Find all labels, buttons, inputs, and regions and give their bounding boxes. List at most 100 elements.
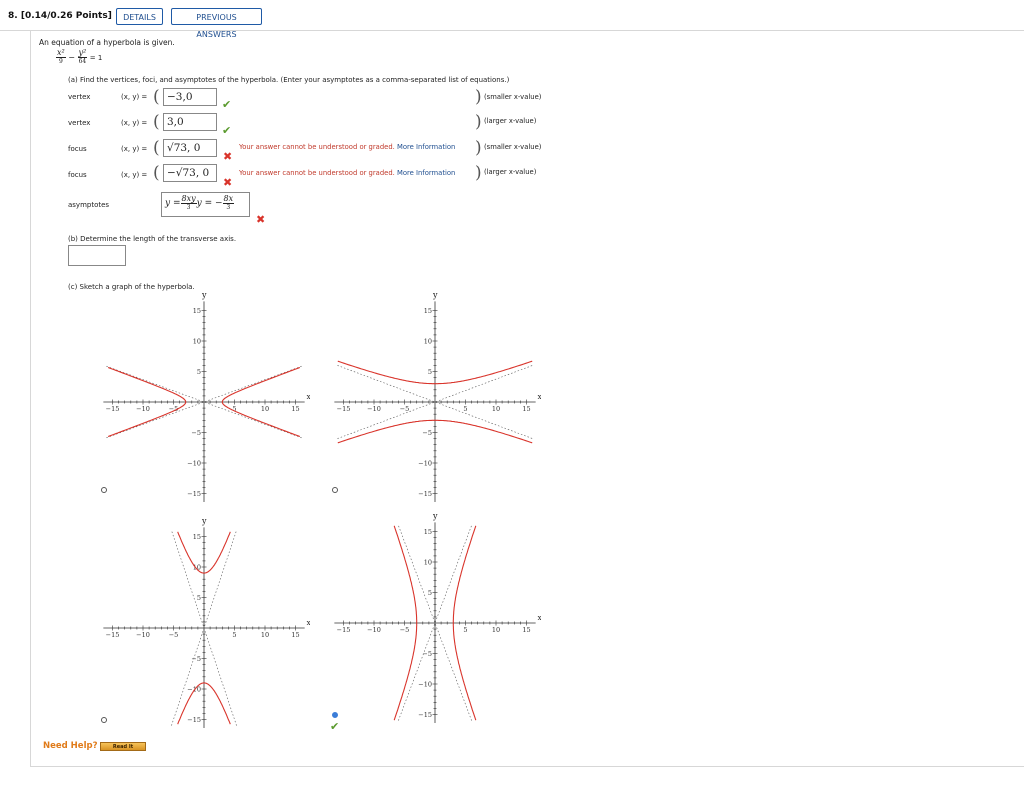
eq-minus: −: [68, 53, 75, 62]
question-header: 8. [0.14/0.26 Points]: [8, 11, 112, 21]
y-tick-label: −10: [418, 681, 432, 689]
vertex-larger-hint: (larger x-value): [484, 117, 537, 125]
content-left-border: [30, 30, 31, 766]
y-tick-label: −15: [418, 490, 432, 498]
error-text: Your answer cannot be understood or grad…: [239, 143, 395, 151]
x-tick-label: 15: [522, 405, 530, 413]
y-tick-label: 5: [197, 368, 201, 376]
part-c-instruction: (c) Sketch a graph of the hyperbola.: [68, 283, 195, 291]
x-axis-label: x: [307, 393, 310, 401]
focus-label: focus: [68, 171, 87, 179]
x-axis-label: x: [307, 619, 310, 627]
focus-larger-input[interactable]: −√73, 0: [163, 164, 217, 182]
asymptotes-input[interactable]: y = 8xy 3 y = −8x 3: [161, 192, 250, 217]
xy-equals-label: (x, y) =: [121, 145, 148, 153]
graph-option-d[interactable]: x y −15 −15 −10 −10 −5 −5 5 5 10 10 15 15: [331, 513, 541, 723]
y-tick-label: −15: [187, 490, 201, 498]
x-tick-label: −5: [400, 405, 410, 413]
x-tick-label: 5: [463, 626, 467, 634]
xy-equals-label: (x, y) =: [121, 93, 148, 101]
details-button[interactable]: DETAILS: [116, 8, 163, 25]
y-tick-label: 10: [193, 338, 201, 346]
xy-equals-label: (x, y) =: [121, 171, 148, 179]
x-tick-label: −5: [400, 626, 410, 634]
x-tick-label: −5: [169, 631, 179, 639]
question-points: [0.14/0.26 Points]: [20, 11, 112, 21]
x-tick-label: −15: [106, 631, 120, 639]
part-b-instruction: (b) Determine the length of the transver…: [68, 235, 237, 243]
graph-option-b-radio[interactable]: [332, 487, 338, 493]
asymptote2-lhs: y = −: [196, 198, 223, 209]
error-text: Your answer cannot be understood or grad…: [239, 169, 395, 177]
hyperbola-equation: x² 9 − y² 64 = 1: [56, 49, 102, 66]
question-intro: An equation of a hyperbola is given.: [39, 38, 175, 47]
y-tick-label: −15: [187, 716, 201, 724]
focus-smaller-input[interactable]: √73, 0: [163, 139, 217, 157]
x-axis-label: x: [538, 393, 541, 401]
part-a-instruction: (a) Find the vertices, foci, and asympto…: [68, 76, 510, 84]
eq-den1: 9: [58, 58, 63, 65]
y-axis-label: y: [201, 292, 207, 299]
y-tick-label: −5: [422, 650, 432, 658]
y-tick-label: 15: [193, 307, 201, 315]
graph-option-b[interactable]: x y −15 −15 −10 −10 −5 −5 5 5 10 10 15 15: [331, 292, 541, 502]
x-tick-label: −10: [136, 631, 150, 639]
correct-checkmark-icon: ✔: [222, 98, 232, 111]
y-tick-label: −10: [418, 460, 432, 468]
focus-larger-hint: (larger x-value): [484, 168, 537, 176]
y-tick-label: −5: [422, 429, 432, 437]
right-paren: ): [475, 163, 482, 183]
x-tick-label: 10: [261, 405, 269, 413]
left-paren: (: [153, 87, 160, 107]
x-tick-label: −15: [337, 405, 351, 413]
asymptote1-lhs: y =: [165, 198, 181, 209]
incorrect-x-icon: ✖: [223, 150, 233, 163]
more-information-link[interactable]: More Information: [397, 143, 455, 151]
asymptote2-num: 8x: [222, 194, 235, 204]
transverse-axis-input[interactable]: [68, 245, 126, 266]
x-tick-label: 15: [291, 631, 299, 639]
x-tick-label: 10: [492, 405, 500, 413]
focus-smaller-hint: (smaller x-value): [484, 143, 542, 151]
question-number: 8.: [8, 11, 18, 21]
right-paren: ): [475, 138, 482, 158]
graph-option-c-radio[interactable]: [101, 717, 107, 723]
incorrect-x-icon: ✖: [223, 176, 233, 189]
x-tick-label: −15: [106, 405, 120, 413]
read-it-button[interactable]: Read It: [100, 742, 146, 751]
x-tick-label: 5: [463, 405, 467, 413]
x-axis-label: x: [538, 614, 541, 622]
more-information-link[interactable]: More Information: [397, 169, 455, 177]
correct-checkmark-icon: ✔: [222, 124, 232, 137]
asymptotes-label: asymptotes: [68, 201, 110, 209]
vertex-smaller-input[interactable]: −3,0: [163, 88, 217, 106]
eq-rhs: = 1: [89, 54, 103, 62]
answer-error-message: Your answer cannot be understood or grad…: [239, 143, 455, 151]
x-tick-label: −10: [367, 405, 381, 413]
graph-option-d-radio[interactable]: [332, 712, 338, 718]
y-axis-label: y: [201, 518, 207, 525]
y-tick-label: 15: [193, 533, 201, 541]
asymptote1-num: 8xy: [180, 194, 197, 204]
left-paren: (: [153, 112, 160, 132]
vertex-larger-input[interactable]: 3,0: [163, 113, 217, 131]
right-paren: ): [475, 87, 482, 107]
vertex-label: vertex: [68, 119, 91, 127]
content-bottom-border: [30, 766, 1024, 767]
previous-answers-button[interactable]: PREVIOUS ANSWERS: [171, 8, 262, 39]
correct-checkmark-icon: ✔: [330, 720, 340, 733]
graph-option-a[interactable]: xy−15−15−10−10−5−55510101515: [100, 292, 310, 502]
x-tick-label: −10: [136, 405, 150, 413]
x-tick-label: −15: [337, 626, 351, 634]
graph-option-a-radio[interactable]: [101, 487, 107, 493]
y-axis-label: y: [432, 513, 438, 520]
xy-equals-label: (x, y) =: [121, 119, 148, 127]
graph-option-c[interactable]: xy−15−15−10−10−5−55510101515: [100, 518, 310, 728]
focus-label: focus: [68, 145, 87, 153]
left-paren: (: [153, 138, 160, 158]
y-tick-label: 10: [424, 338, 432, 346]
eq-num1: x²: [56, 48, 66, 58]
asymptote1-den: 3: [186, 204, 191, 211]
vertex-smaller-hint: (smaller x-value): [484, 93, 542, 101]
incorrect-x-icon: ✖: [256, 213, 266, 226]
